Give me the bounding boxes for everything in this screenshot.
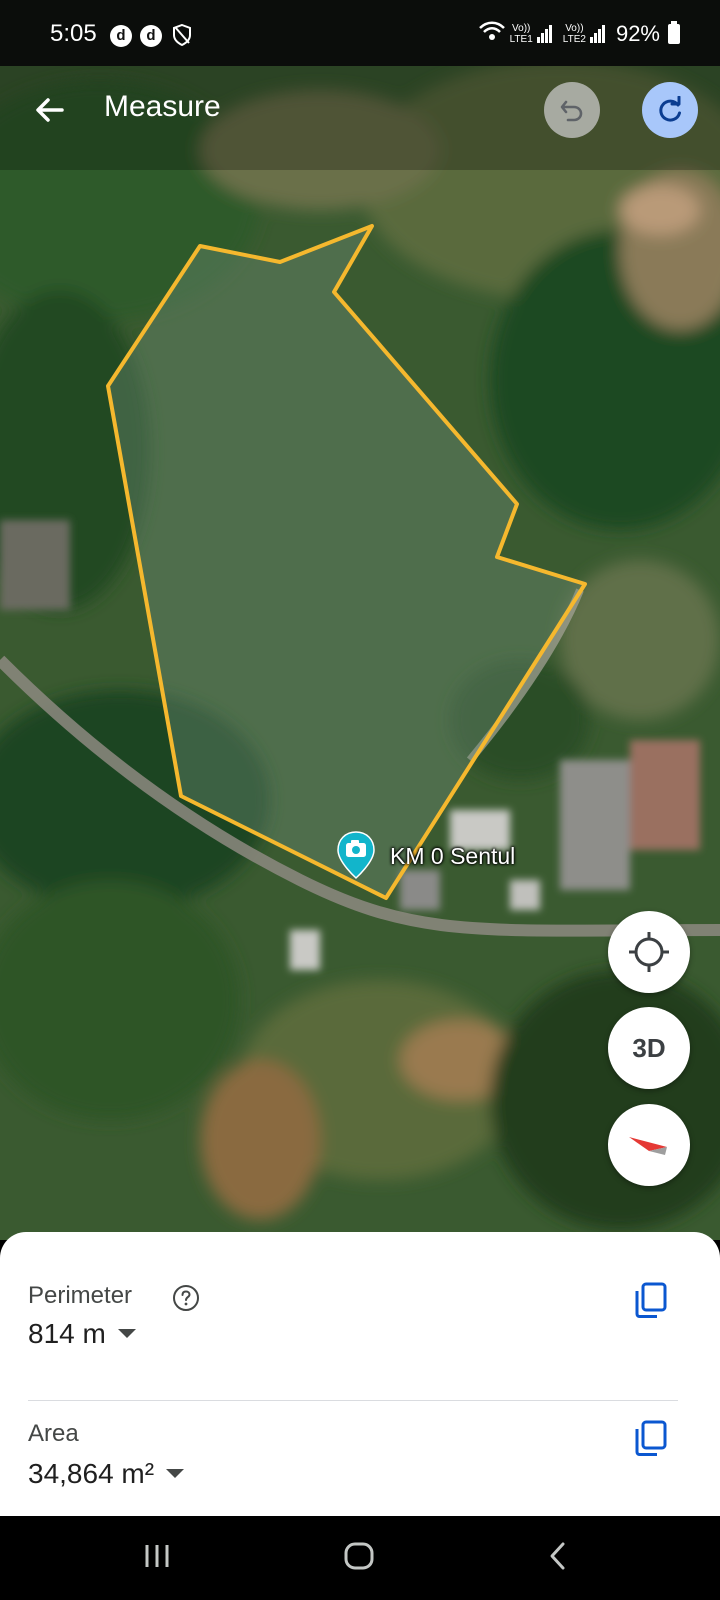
my-location-icon <box>629 932 669 972</box>
wifi-icon <box>478 20 506 47</box>
chevron-down-icon <box>166 1469 185 1479</box>
measurement-sheet: Perimeter 814 m Area 34,864 m² <box>0 1232 720 1516</box>
status-bar: 5:05 d d Vo)) LTE1 Vo)) LTE2 92% <box>0 0 720 66</box>
compass-button[interactable] <box>608 1104 690 1186</box>
copy-icon <box>635 1282 667 1318</box>
recents-button[interactable] <box>142 1540 172 1577</box>
undo-icon <box>560 100 583 122</box>
back-button[interactable] <box>28 88 72 132</box>
redo-button[interactable] <box>642 82 698 138</box>
back-icon <box>550 1542 565 1570</box>
sim1-label: Vo)) LTE1 <box>509 22 533 45</box>
status-time: 5:05 <box>50 20 97 47</box>
system-nav-bar <box>0 1516 720 1600</box>
compass-icon <box>629 1137 667 1155</box>
divider <box>28 1400 678 1401</box>
area-value[interactable]: 34,864 m² <box>28 1458 185 1490</box>
recents-icon <box>145 1545 169 1567</box>
place-label[interactable]: KM 0 Sentul <box>390 843 515 870</box>
redo-icon <box>659 96 681 122</box>
area-value-text: 34,864 m² <box>28 1458 155 1489</box>
perimeter-value-text: 814 m <box>28 1318 106 1349</box>
sim2-label: Vo)) LTE2 <box>562 22 586 45</box>
help-icon[interactable] <box>172 1284 200 1312</box>
status-indicators: Vo)) LTE1 Vo)) LTE2 92% <box>478 20 680 47</box>
battery-icon <box>668 20 680 44</box>
chevron-down-icon <box>117 1329 136 1339</box>
perimeter-label: Perimeter <box>28 1282 133 1309</box>
undo-button[interactable] <box>544 82 600 138</box>
area-label: Area <box>28 1420 79 1447</box>
home-button[interactable] <box>342 1540 376 1577</box>
copy-perimeter-button[interactable] <box>630 1280 670 1320</box>
arrow-left-icon <box>36 98 64 122</box>
3d-view-button[interactable]: 3D <box>608 1007 690 1089</box>
copy-area-button[interactable] <box>630 1418 670 1458</box>
shield-icon <box>172 23 192 51</box>
nav-back-button[interactable] <box>546 1540 570 1577</box>
signal-icon <box>536 24 553 43</box>
copy-icon <box>635 1420 667 1456</box>
my-location-button[interactable] <box>608 911 690 993</box>
notification-icon: d <box>110 25 132 47</box>
page-title: Measure <box>104 90 221 123</box>
top-app-bar: Measure <box>0 66 720 156</box>
camera-pin-icon[interactable] <box>336 830 376 880</box>
home-icon <box>344 1542 374 1570</box>
notification-icon: d <box>140 25 162 47</box>
perimeter-value[interactable]: 814 m <box>28 1318 136 1350</box>
battery-percent: 92% <box>615 20 660 46</box>
signal-icon <box>589 24 606 43</box>
